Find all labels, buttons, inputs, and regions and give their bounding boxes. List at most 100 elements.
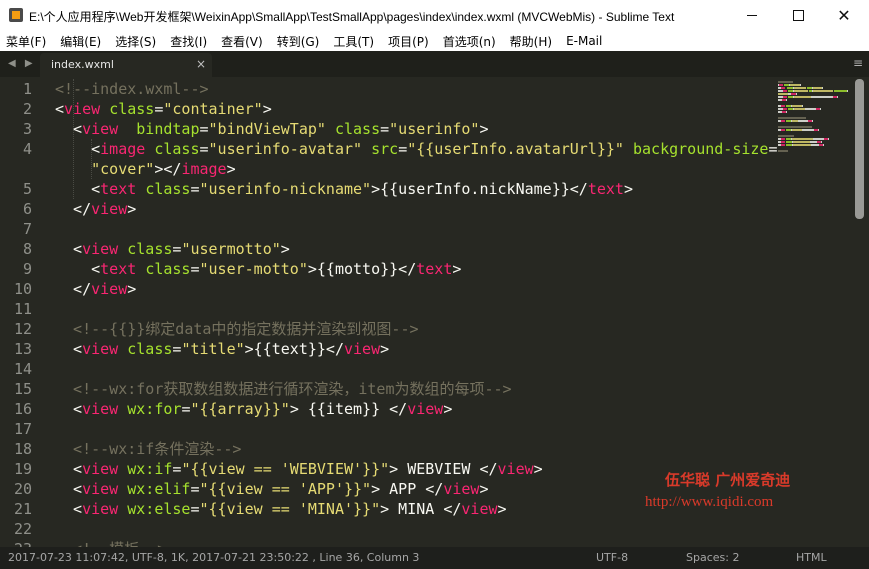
status-syntax[interactable]: HTML <box>796 551 827 564</box>
code-token: wx:for <box>127 400 182 418</box>
minimap-line <box>778 126 848 128</box>
line-number: 7 <box>22 220 32 238</box>
code-token: </ <box>55 280 92 298</box>
code-token: text <box>416 260 453 278</box>
minimap-token <box>837 96 838 98</box>
code-token: "{{array}}" <box>190 400 290 418</box>
code-line[interactable]: <text class="user-motto">{{motto}}</text… <box>55 259 780 279</box>
tab-menu-icon[interactable]: ≡ <box>853 56 863 70</box>
tab-nav-arrows-icon[interactable]: ◀ ▶ <box>8 58 36 69</box>
code-token: "{{view == 'WEBVIEW'}}" <box>181 460 390 478</box>
code-token: > <box>127 200 137 218</box>
code-token: class <box>145 180 191 198</box>
code-line[interactable]: <!--{{}}绑定data中的指定数据并渲染到视图--> <box>55 319 780 339</box>
code-token: <!--index.wxml--> <box>55 80 209 98</box>
code-token: view <box>64 100 101 118</box>
menu-item[interactable]: 项目(P) <box>388 33 429 50</box>
code-token: class <box>127 240 173 258</box>
code-line[interactable]: "cover"></image> <box>55 159 780 179</box>
code-token: class <box>127 340 173 358</box>
code-line[interactable] <box>55 519 780 539</box>
code-token: < <box>55 120 83 138</box>
code-line[interactable] <box>55 419 780 439</box>
menu-item[interactable]: 帮助(H) <box>510 33 552 50</box>
minimap-token <box>812 90 834 92</box>
minimap[interactable] <box>778 81 849 191</box>
code-editor[interactable]: 1234567891011121314151617181920212223 <!… <box>0 77 869 547</box>
minimap-line <box>778 84 848 86</box>
code-token: "title" <box>181 340 245 358</box>
status-indentation[interactable]: Spaces: 2 <box>686 551 739 564</box>
menu-item[interactable]: 编辑(E) <box>60 33 101 50</box>
code-line[interactable]: <view bindtap="bindViewTap" class="useri… <box>55 119 780 139</box>
line-number: 22 <box>13 520 32 538</box>
line-number: 8 <box>22 240 32 258</box>
code-token: view <box>443 480 480 498</box>
code-line[interactable]: <view class="container"> <box>55 99 780 119</box>
code-line[interactable]: </view> <box>55 279 780 299</box>
code-token: view <box>82 240 119 258</box>
tab-close-icon[interactable]: × <box>196 57 206 71</box>
code-line[interactable]: </view> <box>55 199 780 219</box>
code-line[interactable] <box>55 299 780 319</box>
code-line[interactable]: <view wx:for="{{array}}"> {{item}} </vie… <box>55 399 780 419</box>
code-line[interactable]: <!--wx:if条件渲染--> <box>55 439 780 459</box>
menu-item[interactable]: 转到(G) <box>277 33 320 50</box>
window-title: E:\个人应用程序\Web开发框架\WeixinApp\SmallApp\Tes… <box>29 10 675 24</box>
vertical-scrollbar[interactable] <box>855 79 864 219</box>
code-token: view <box>91 280 128 298</box>
code-line[interactable]: <!--index.wxml--> <box>55 79 780 99</box>
line-number: 6 <box>22 200 32 218</box>
minimap-line <box>778 96 848 98</box>
minimap-token <box>778 81 793 83</box>
code-token: class <box>109 100 155 118</box>
code-token: >{{text}}</ <box>244 340 344 358</box>
menu-item[interactable]: 查找(I) <box>170 33 207 50</box>
minimap-token <box>792 129 802 131</box>
code-token: class <box>154 140 200 158</box>
code-line[interactable] <box>55 359 780 379</box>
close-button[interactable]: ✕ <box>821 0 867 31</box>
menu-item[interactable]: 工具(T) <box>333 33 374 50</box>
minimize-button[interactable] <box>729 0 775 31</box>
minimap-line <box>778 117 848 119</box>
code-token: < <box>55 260 101 278</box>
minimap-token <box>834 90 848 92</box>
code-line[interactable] <box>55 219 780 239</box>
minimap-token <box>796 93 797 95</box>
code-line[interactable]: <text class="userinfo-nickname">{{userIn… <box>55 179 780 199</box>
code-line[interactable]: <view class="title">{{text}}</view> <box>55 339 780 359</box>
status-encoding[interactable]: UTF-8 <box>596 551 628 564</box>
minimap-token <box>794 96 811 98</box>
menu-item[interactable]: 选择(S) <box>115 33 156 50</box>
menu-item[interactable]: 菜单(F) <box>6 33 46 50</box>
tab-bar: ◀ ▶ index.wxml × ≡ <box>0 51 869 77</box>
code-token: text <box>587 180 624 198</box>
tab-index-wxml[interactable]: index.wxml × <box>40 53 212 77</box>
menu-item[interactable]: E-Mail <box>566 34 602 48</box>
code-token: > <box>479 480 489 498</box>
code-token: > <box>226 160 236 178</box>
code-token: >{{userInfo.nickName}}</ <box>371 180 588 198</box>
code-token: > WEBVIEW </ <box>389 460 498 478</box>
menu-item[interactable]: 首选项(n) <box>443 33 496 50</box>
line-number: 4 <box>22 140 32 158</box>
code-token: background-size <box>633 140 769 158</box>
menu-item[interactable]: 查看(V) <box>221 33 263 50</box>
code-line[interactable]: <!--wx:for获取数组数据进行循环渲染，item为数组的每项--> <box>55 379 780 399</box>
minimap-token <box>793 90 808 92</box>
code-line[interactable]: <!--模板--> <box>55 539 780 547</box>
maximize-button[interactable] <box>775 0 821 31</box>
minimap-line <box>778 81 848 83</box>
minimap-token <box>794 87 806 89</box>
code-token: <!--模板--> <box>55 540 166 547</box>
minimap-line <box>778 99 848 101</box>
code-line[interactable]: <image class="userinfo-avatar" src="{{us… <box>55 139 780 159</box>
code-token: = <box>190 500 200 518</box>
code-line[interactable]: <view class="usermotto"> <box>55 239 780 259</box>
